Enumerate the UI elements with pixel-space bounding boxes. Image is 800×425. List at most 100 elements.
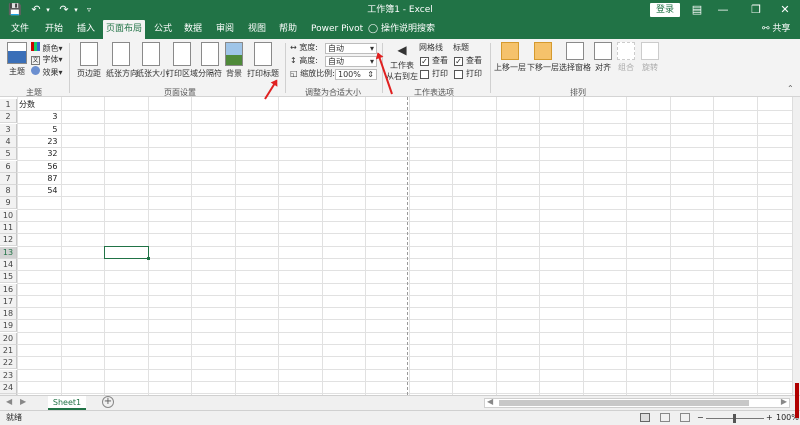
tell-me-search[interactable]: 操作说明搜索 [381, 20, 435, 39]
selected-cell[interactable] [104, 245, 149, 259]
size-button[interactable]: 纸张大小 [136, 42, 168, 79]
colors-icon [31, 42, 40, 51]
print-area-button[interactable]: 打印区域 [166, 42, 198, 79]
row-header[interactable]: 3 [0, 123, 17, 136]
background-button[interactable]: 背景 [224, 42, 244, 79]
tab-insert[interactable]: 插入 [77, 20, 95, 39]
collapse-ribbon-icon[interactable]: ⌃ [787, 84, 794, 93]
send-backward-button[interactable]: 下移一层 [527, 42, 559, 73]
row-header[interactable]: 22 [0, 357, 17, 370]
headings-print-checkbox[interactable] [454, 70, 463, 79]
scale-input[interactable]: 100% ⇕ [335, 69, 377, 80]
close-icon[interactable]: ✕ [775, 0, 795, 20]
headings-view-checkbox[interactable]: ✓ [454, 57, 463, 66]
value-cell[interactable]: 54 [17, 185, 57, 197]
tab-data[interactable]: 数据 [184, 20, 202, 39]
width-dropdown[interactable]: 自动 ▾ [325, 43, 377, 54]
zoom-in-icon[interactable]: + [766, 411, 773, 425]
gridlines-print-checkbox[interactable] [420, 70, 429, 79]
row-header[interactable]: 17 [0, 295, 17, 308]
print-titles-button[interactable]: 打印标题 [247, 42, 279, 79]
horizontal-scrollbar[interactable]: ◀ ▶ [484, 397, 790, 408]
theme-effects-button[interactable]: 效果▾ [31, 66, 63, 79]
row-header[interactable]: 2 [0, 111, 17, 124]
normal-view-icon[interactable] [640, 413, 650, 422]
add-sheet-icon[interactable]: + [102, 396, 114, 408]
row-header[interactable]: 9 [0, 197, 17, 210]
row-gridline [17, 270, 792, 272]
row-header[interactable]: 12 [0, 234, 17, 247]
margins-button[interactable]: 页边距 [77, 42, 101, 79]
row-header[interactable]: 19 [0, 320, 17, 333]
group-objects-button[interactable]: 组合 [616, 42, 636, 73]
breaks-button[interactable]: 分隔符 [198, 42, 222, 79]
row-header[interactable]: 15 [0, 271, 17, 284]
share-button[interactable]: ⚯ 共享 [762, 20, 790, 39]
tab-file[interactable]: 文件 [11, 20, 29, 39]
row-header[interactable]: 5 [0, 148, 17, 161]
height-dropdown[interactable]: 自动 ▾ [325, 56, 377, 67]
minimize-icon[interactable]: — [713, 0, 733, 20]
login-button[interactable]: 登录 [650, 3, 680, 17]
row-header[interactable]: 20 [0, 332, 17, 345]
page-break-preview-icon[interactable] [680, 413, 690, 422]
row-header[interactable]: 24 [0, 381, 17, 394]
rotate-button[interactable]: 旋转 [640, 42, 660, 73]
value-cell[interactable]: 32 [17, 148, 57, 160]
tab-home[interactable]: 开始 [45, 20, 63, 39]
worksheet-grid[interactable]: 1234567891011121314151617181920212223242… [0, 97, 792, 395]
gridlines-view-checkbox[interactable]: ✓ [420, 57, 429, 66]
fill-handle[interactable] [146, 256, 150, 260]
restore-icon[interactable]: ❐ [746, 0, 766, 20]
cell-a1[interactable]: 分数 [19, 99, 35, 111]
bring-forward-button[interactable]: 上移一层 [494, 42, 526, 73]
row-header[interactable]: 6 [0, 160, 17, 173]
sheet-scroll-left-icon[interactable]: ◀ [6, 397, 12, 406]
page-layout-view-icon[interactable] [660, 413, 670, 422]
row-header[interactable]: 21 [0, 345, 17, 357]
ribbon-display-options-icon[interactable]: ▤ [687, 0, 707, 20]
tab-help[interactable]: 帮助 [279, 20, 297, 39]
row-header[interactable]: 11 [0, 222, 17, 234]
orientation-button[interactable]: 纸张方向 [106, 42, 138, 79]
row-gridline [17, 319, 792, 321]
theme-fonts-button[interactable]: 文 字体▾ [31, 54, 63, 66]
align-button[interactable]: 对齐 [593, 42, 613, 73]
tab-view[interactable]: 视图 [248, 20, 266, 39]
paper-size-icon [142, 42, 160, 66]
row-header[interactable]: 4 [0, 135, 17, 148]
row-header[interactable]: 18 [0, 308, 17, 321]
value-cell[interactable]: 5 [17, 124, 57, 136]
themes-button[interactable]: 主题 [5, 42, 29, 77]
row-header[interactable]: 14 [0, 258, 17, 271]
row-header[interactable]: 10 [0, 209, 17, 222]
row-header[interactable]: 23 [0, 369, 17, 382]
value-cell[interactable]: 23 [17, 136, 57, 148]
tab-page-layout[interactable]: 页面布局 [103, 20, 145, 40]
tab-formulas[interactable]: 公式 [154, 20, 172, 39]
spinner-icon: ⇕ [367, 70, 374, 79]
zoom-out-icon[interactable]: − [697, 411, 704, 425]
value-cell[interactable]: 3 [17, 111, 57, 123]
selection-pane-button[interactable]: 选择窗格 [559, 42, 591, 73]
row-header[interactable]: 13 [0, 246, 17, 259]
vertical-scrollbar[interactable] [792, 97, 800, 395]
row-header[interactable]: 16 [0, 283, 17, 296]
tab-power-pivot[interactable]: Power Pivot [311, 20, 363, 39]
tab-review[interactable]: 审阅 [216, 20, 234, 39]
zoom-slider-thumb[interactable] [733, 414, 736, 423]
page-break-line [407, 97, 408, 395]
value-cell[interactable]: 87 [17, 173, 57, 185]
scale-icon: ◱ [290, 69, 298, 78]
scroll-thumb[interactable] [499, 400, 749, 406]
row-header[interactable]: 1 [0, 99, 17, 111]
sheet-right-to-left-button[interactable]: ◀ 工作表 从右到左 [385, 42, 419, 82]
row-header[interactable]: 8 [0, 185, 17, 198]
row-gridline [17, 356, 792, 358]
sheet-scroll-right-icon[interactable]: ▶ [20, 397, 26, 406]
rotate-icon [641, 42, 659, 60]
value-cell[interactable]: 56 [17, 161, 57, 173]
row-header[interactable]: 7 [0, 172, 17, 185]
sheet-tab-sheet1[interactable]: Sheet1 [48, 396, 86, 410]
row-gridline [17, 184, 792, 186]
